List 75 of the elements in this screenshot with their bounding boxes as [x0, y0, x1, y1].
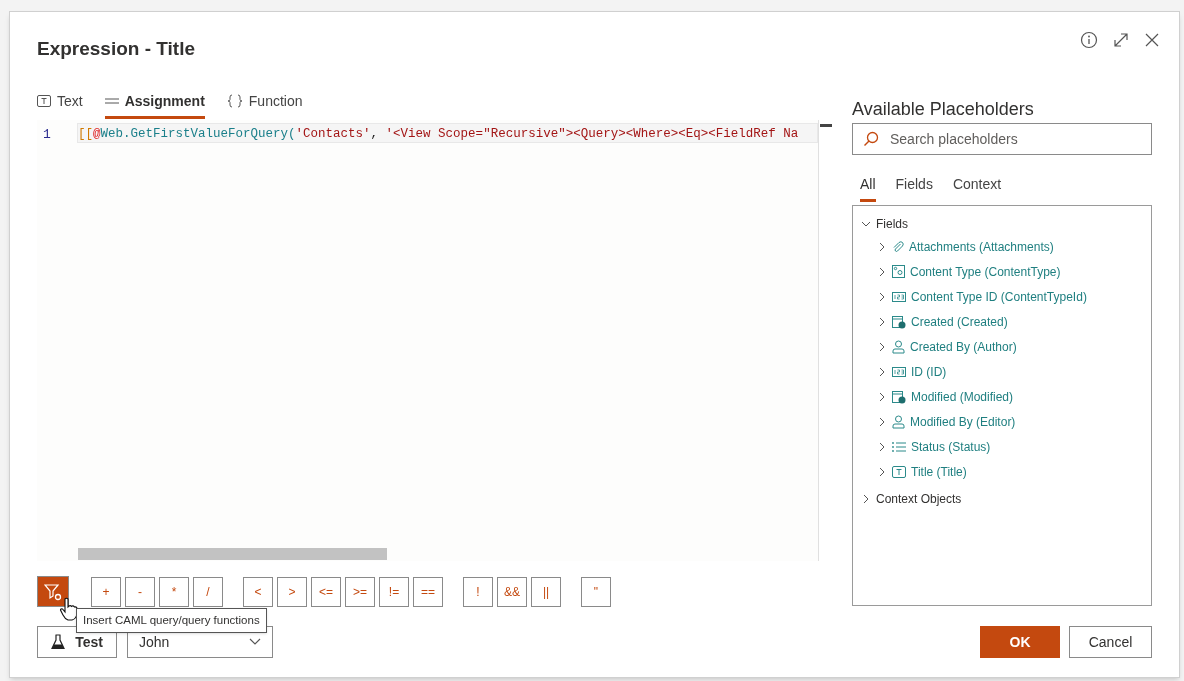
editor-tab[interactable]: Function — [226, 86, 303, 119]
field-item[interactable]: Created By (Author) — [910, 337, 1017, 356]
filter-gear-icon — [44, 582, 62, 601]
chevron-right-icon[interactable] — [861, 494, 871, 504]
info-icon[interactable] — [1080, 31, 1098, 49]
chevron-down-icon[interactable] — [861, 219, 871, 229]
field-item[interactable]: Modified By (Editor) — [910, 412, 1016, 431]
content-type-icon — [892, 265, 905, 278]
field-item[interactable]: Modified (Modified) — [911, 387, 1014, 406]
list-icon — [892, 440, 906, 453]
scroll-marker — [820, 124, 832, 127]
operator-button[interactable]: && — [497, 576, 527, 607]
operator-button[interactable]: - — [125, 576, 155, 607]
operator-button[interactable]: == — [413, 576, 443, 607]
number-field-icon — [892, 291, 906, 302]
chevron-right-icon[interactable] — [877, 441, 887, 452]
operator-button[interactable]: > — [277, 576, 307, 607]
chevron-right-icon[interactable] — [877, 466, 887, 477]
operator-button[interactable]: != — [379, 576, 409, 607]
operator-button[interactable]: / — [193, 576, 223, 607]
paperclip-icon — [892, 240, 904, 253]
dialog-title: Expression - Title — [37, 37, 196, 61]
cancel-button[interactable]: Cancel — [1069, 626, 1152, 658]
tree-group-label[interactable]: Context Objects — [876, 490, 962, 508]
chevron-right-icon[interactable] — [877, 416, 887, 427]
panel-tab[interactable]: Context — [952, 170, 1002, 202]
tooltip: Insert CAML query/query functions — [76, 608, 267, 634]
operator-button[interactable]: * — [159, 576, 189, 607]
person-icon — [892, 414, 905, 429]
chevron-down-icon — [249, 638, 261, 646]
field-item[interactable]: Content Type ID (ContentTypeId) — [911, 287, 1087, 306]
field-item[interactable]: ID (ID) — [911, 362, 947, 381]
operator-button[interactable]: || — [531, 576, 561, 607]
chevron-right-icon[interactable] — [877, 291, 887, 302]
chevron-right-icon[interactable] — [877, 266, 887, 277]
chevron-right-icon[interactable] — [877, 241, 887, 252]
chevron-right-icon[interactable] — [877, 366, 887, 377]
calendar-clock-icon — [892, 389, 906, 404]
operator-button[interactable]: >= — [345, 576, 375, 607]
editor-tab[interactable]: Text — [37, 86, 83, 119]
operator-button[interactable]: <= — [311, 576, 341, 607]
flask-icon — [51, 634, 66, 650]
search-icon — [863, 131, 879, 147]
tree-group-label[interactable]: Fields — [876, 215, 908, 233]
field-item[interactable]: Content Type (ContentType) — [910, 262, 1061, 281]
chevron-right-icon[interactable] — [877, 316, 887, 327]
text-box-icon — [37, 95, 51, 107]
search-field[interactable]: Search placeholders — [852, 123, 1152, 155]
horizontal-scrollbar[interactable] — [78, 548, 387, 560]
operator-button[interactable]: " — [581, 576, 611, 607]
operator-button[interactable]: + — [91, 576, 121, 607]
operator-button[interactable]: < — [243, 576, 273, 607]
ok-button[interactable]: OK — [980, 626, 1060, 658]
equals-icon — [104, 97, 119, 105]
hand-cursor-icon — [59, 597, 79, 621]
close-icon[interactable] — [1144, 32, 1160, 48]
panel-tab[interactable]: All — [860, 170, 876, 202]
field-item[interactable]: Title (Title) — [911, 462, 967, 481]
number-field-icon — [892, 366, 906, 377]
panel-tab[interactable]: Fields — [895, 170, 933, 202]
field-item[interactable]: Created (Created) — [911, 312, 1008, 331]
field-item[interactable]: Attachments (Attachments) — [909, 237, 1054, 256]
chevron-right-icon[interactable] — [877, 341, 887, 352]
expand-icon[interactable] — [1112, 31, 1130, 49]
braces-icon — [226, 94, 243, 108]
person-icon — [892, 339, 905, 354]
caml-query-button[interactable] — [37, 576, 69, 607]
operator-button[interactable]: ! — [463, 576, 493, 607]
panel-title: Available Placeholders — [852, 98, 1034, 121]
text-box-icon — [892, 465, 906, 478]
calendar-clock-icon — [892, 314, 906, 329]
line-number: 1 — [43, 126, 51, 144]
field-item[interactable]: Status (Status) — [911, 437, 991, 456]
chevron-right-icon[interactable] — [877, 391, 887, 402]
code-line: [[@Web.GetFirstValueForQuery('Contacts', '<View Scope="Recursive"><Query><Where><Eq><FieldRef Na — [78, 126, 799, 143]
